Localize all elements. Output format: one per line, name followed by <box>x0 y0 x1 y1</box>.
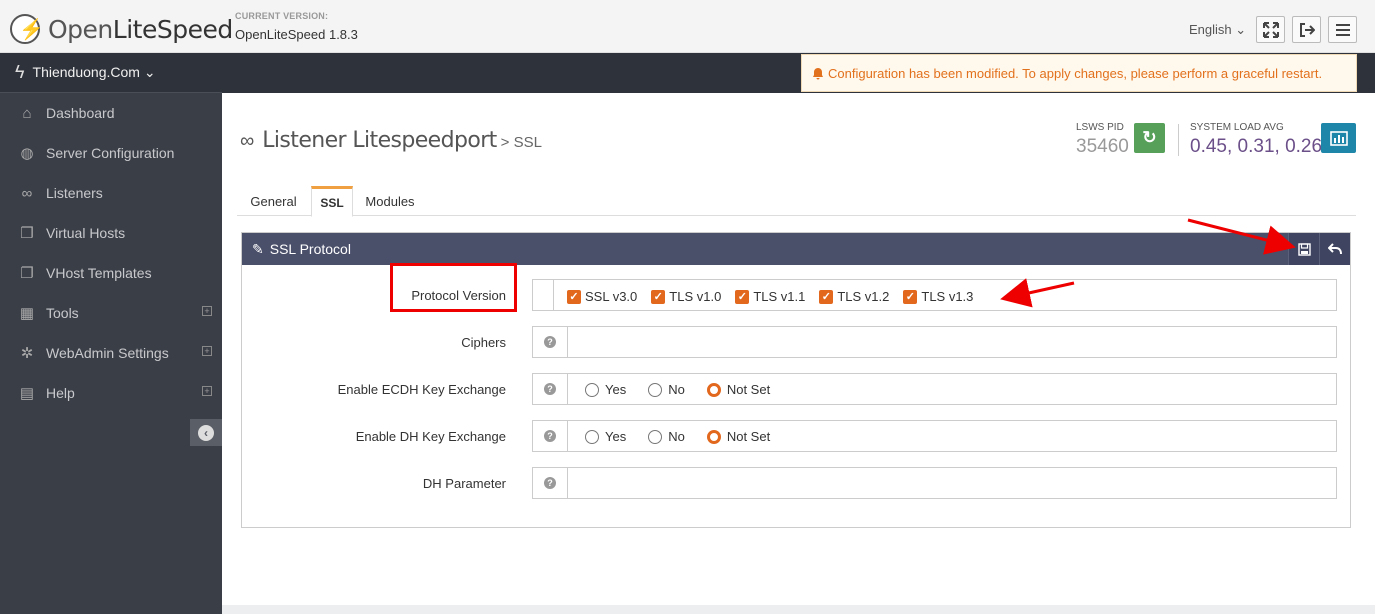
annotation-arrow-protocols <box>1000 278 1075 308</box>
footer-strip <box>222 605 1375 614</box>
annotation-arrows <box>1000 218 1296 308</box>
annotation-arrow-save <box>1187 218 1296 255</box>
